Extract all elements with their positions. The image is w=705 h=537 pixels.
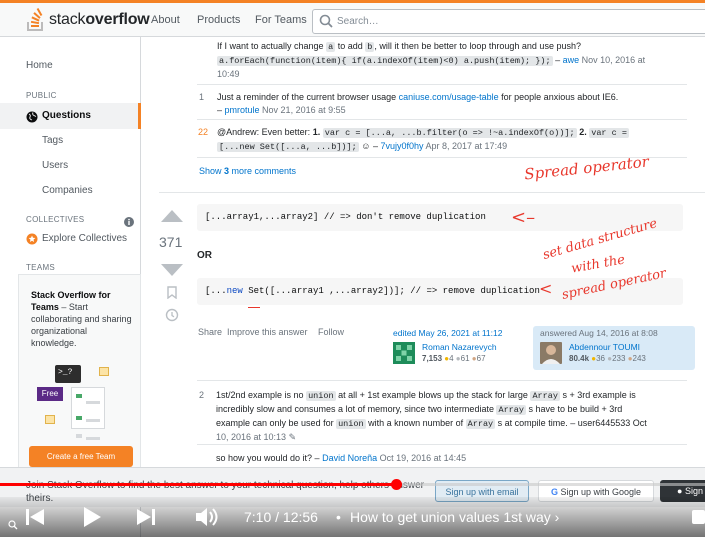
show-more-comments-link[interactable]: Show 3 more comments (199, 165, 296, 178)
bookmark-icon[interactable] (167, 286, 177, 304)
answer-divider (159, 192, 705, 193)
author-name[interactable]: Abdennour TOUMI (569, 342, 640, 352)
sidebar-item-users[interactable]: Users (42, 160, 68, 171)
comment-score: 22 (198, 127, 209, 137)
sidebar-item-tags[interactable]: Tags (42, 135, 63, 146)
pencil-icon: ✎ (288, 432, 297, 442)
follow-link[interactable]: Follow (318, 327, 344, 337)
editor-avatar[interactable] (393, 342, 415, 364)
annotation-arrow: <– (511, 207, 536, 228)
search-input[interactable]: Search… (312, 9, 705, 34)
answered-date: answered Aug 14, 2016 at 8:08 (540, 328, 658, 338)
sidebar-item-questions-label: Questions (42, 110, 91, 121)
search-placeholder: Search… (337, 16, 379, 27)
comment-divider (197, 84, 687, 85)
downvote-button[interactable] (161, 263, 183, 281)
sidebar-item-questions[interactable]: Questions (0, 103, 141, 129)
subtitles-icon[interactable] (692, 509, 705, 530)
terminal-icon: >_? (55, 365, 81, 383)
comment-pmrotule: Just a reminder of the current browser u… (217, 92, 619, 115)
comment-score: 1 (199, 92, 205, 102)
globe-icon (26, 110, 38, 128)
left-sidebar: Home PUBLIC Questions Tags Users Compani… (0, 37, 141, 537)
create-team-button[interactable]: Create a free Team (29, 446, 133, 467)
comment-divider (197, 380, 687, 381)
caniuse-link[interactable]: caniuse.com/usage-table (399, 92, 499, 102)
play-icon[interactable] (82, 506, 102, 533)
volume-icon[interactable] (194, 506, 220, 533)
comment-divider (197, 119, 687, 120)
video-chapter-title[interactable]: How to get union values 1st way › (350, 509, 559, 525)
next-icon[interactable] (135, 507, 157, 532)
author-reputation: 80.4k ●36 ●233 ●243 (569, 354, 646, 363)
comment-awe: If I want to actually change a to add b,… (217, 41, 646, 79)
video-progress-fill (0, 483, 396, 486)
comment-7vujy0f0hy: @Andrew: Even better: 1. var c = [...a, … (217, 127, 629, 152)
comment-divider (197, 444, 687, 445)
comment-author[interactable]: David Noreña (322, 453, 377, 463)
sidebar-item-home[interactable]: Home (26, 60, 53, 71)
collectives-icon (26, 232, 38, 250)
nav-products[interactable]: Products (197, 14, 240, 26)
nav-for-teams[interactable]: For Teams (255, 14, 307, 26)
stackoverflow-logo-icon (26, 8, 46, 32)
annotation-underline (248, 307, 260, 308)
player-settings-icon[interactable] (8, 517, 18, 535)
previous-icon[interactable] (24, 507, 46, 532)
free-badge: Free (37, 387, 63, 401)
comment-author[interactable]: awe (563, 55, 580, 65)
editor-reputation: 7,153 ●4 ●61 ●67 (422, 354, 486, 363)
time-separator: • (336, 509, 341, 525)
teams-illustration: >_? Free (37, 365, 117, 440)
search-icon (319, 14, 333, 33)
chat-bubble-icon (45, 415, 55, 424)
annotation-arrow: < (539, 279, 553, 298)
share-link[interactable]: Share (198, 327, 222, 337)
github-icon: ● (677, 486, 683, 496)
nav-about[interactable]: About (151, 14, 180, 26)
comment-score: 2 (199, 390, 205, 400)
info-icon[interactable] (124, 214, 134, 232)
teams-promo-text: Stack Overflow for Teams – Start collabo… (31, 290, 132, 348)
sidebar-item-companies[interactable]: Companies (42, 185, 93, 196)
sidebar-heading-collectives: COLLECTIVES (26, 215, 85, 224)
answer-vote-count: 371 (159, 234, 183, 250)
improve-answer-link[interactable]: Improve this answer (227, 327, 308, 337)
author-avatar[interactable] (540, 342, 562, 364)
top-bar: stackoverflow About Products For Teams S… (0, 0, 705, 37)
video-scrubber-handle[interactable] (390, 479, 402, 490)
google-icon: G (550, 487, 558, 497)
answer-or-text: OR (197, 250, 212, 261)
author-card: answered Aug 14, 2016 at 8:08 Abdennour … (533, 326, 695, 370)
chevron-right-icon: › (554, 509, 560, 525)
checklist-icon (71, 387, 105, 440)
editor-card: edited May 26, 2021 at 11:12 Roman Nazar… (393, 328, 533, 368)
main-content: If I want to actually change a to add b,… (141, 37, 705, 537)
editor-name[interactable]: Roman Nazarevych (422, 342, 497, 352)
code-block-1: [...array1,...array2] // => don't remove… (197, 204, 683, 231)
annotation-set-line2: with the (570, 252, 627, 277)
upvote-button[interactable] (161, 209, 183, 227)
sidebar-heading-public: PUBLIC (26, 91, 57, 100)
stackoverflow-logo[interactable]: stackoverflow (26, 8, 150, 32)
logo-text: stackoverflow (49, 11, 150, 28)
video-progress-bar[interactable] (0, 479, 705, 490)
note-icon (99, 367, 109, 376)
teams-promo: Stack Overflow for Teams – Start collabo… (18, 274, 141, 474)
comment-author[interactable]: 7vujy0f0hy (380, 141, 423, 151)
sidebar-item-explore-collectives[interactable]: Explore Collectives (42, 233, 127, 244)
history-icon[interactable] (165, 308, 179, 327)
comment-user6445533: 1st/2nd example is no union at all + 1st… (216, 390, 647, 442)
edited-link[interactable]: edited May 26, 2021 at 11:12 (393, 328, 502, 338)
comment-author[interactable]: pmrotule (225, 105, 260, 115)
video-time: 7:10 / 12:56 (244, 509, 318, 525)
comment-david: so how you would do it? – David Noreña O… (216, 453, 467, 463)
sidebar-heading-teams: TEAMS (26, 263, 56, 272)
